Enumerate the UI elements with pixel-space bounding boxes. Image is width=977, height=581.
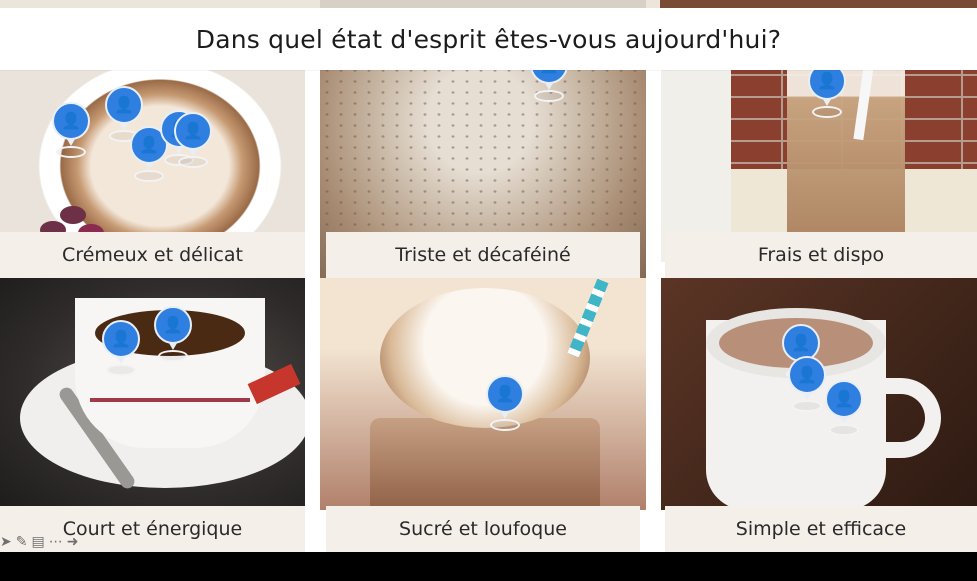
top-strip (0, 0, 977, 8)
option-card-simple[interactable]: Simple et efficace (661, 278, 977, 552)
vote-pin[interactable]: 👤 (52, 102, 90, 158)
vote-pin[interactable]: 👤 (486, 375, 524, 431)
option-label: Simple et efficace (665, 506, 977, 552)
vote-pin[interactable]: 👤 (154, 306, 192, 362)
comment-icon[interactable]: ▤ (31, 535, 44, 549)
espresso-photo (0, 278, 305, 510)
vote-pin[interactable]: 👤 (825, 380, 863, 436)
bottom-bar (0, 552, 977, 581)
person-icon: 👤 (111, 329, 131, 348)
person-icon: 👤 (183, 121, 203, 140)
question-title: Dans quel état d'esprit êtes-vous aujour… (195, 24, 782, 54)
person-icon: 👤 (163, 315, 183, 334)
person-icon: 👤 (797, 365, 817, 384)
person-icon: 👤 (791, 333, 811, 352)
milkshake-photo (320, 278, 646, 510)
vote-pin[interactable]: 👤 (174, 112, 212, 168)
person-icon: 👤 (139, 135, 159, 154)
option-card-short[interactable]: Court et énergique (0, 278, 305, 552)
vote-pin[interactable]: 👤 (788, 356, 826, 412)
person-icon: 👤 (834, 389, 854, 408)
arrow-icon[interactable]: ➤ (0, 535, 12, 549)
option-card-sad-decaf[interactable]: Triste et décaféiné (320, 70, 646, 278)
question-header: Dans quel état d'esprit êtes-vous aujour… (0, 8, 977, 70)
arrow-right-icon[interactable]: ➜ (67, 535, 79, 549)
person-icon: 👤 (114, 95, 134, 114)
vote-pin[interactable]: 👤 (808, 62, 846, 118)
option-card-sweet[interactable]: Sucré et loufoque (320, 278, 646, 552)
vote-pin[interactable]: 👤 (102, 320, 140, 376)
annotation-toolbar: ➤ ✎ ▤ ⋯ ➜ (0, 532, 78, 552)
option-label: Sucré et loufoque (326, 506, 640, 552)
mood-board: Dans quel état d'esprit êtes-vous aujour… (0, 0, 977, 552)
option-label: Crémeux et délicat (0, 232, 305, 278)
option-label: Frais et dispo (665, 232, 977, 278)
person-icon: 👤 (817, 71, 837, 90)
pencil-icon[interactable]: ✎ (16, 535, 28, 549)
person-icon: 👤 (495, 384, 515, 403)
more-icon[interactable]: ⋯ (49, 535, 63, 549)
option-label: Triste et décaféiné (326, 232, 640, 278)
person-icon: 👤 (61, 111, 81, 130)
